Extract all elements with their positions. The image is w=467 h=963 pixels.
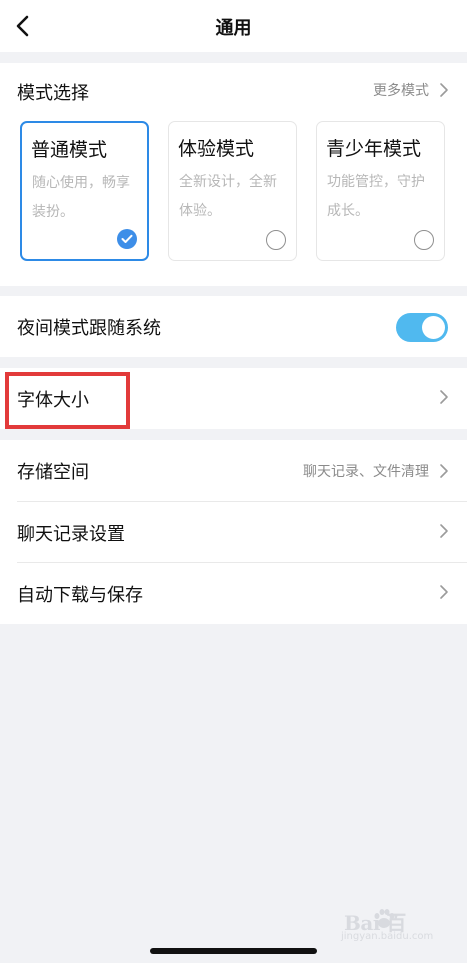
mode-option-description: 随心使用，畅享 装扮。 (32, 169, 142, 227)
radio-circle-icon[interactable] (414, 230, 434, 250)
mode-option-description-line: 成长。 (327, 203, 369, 219)
paw-icon (374, 909, 395, 928)
font-size-row-right (439, 389, 449, 405)
mode-option-title: 青少年模式 (326, 138, 422, 160)
chevron-right-icon (440, 524, 448, 538)
mode-option-description-line: 全新设计，全新 (179, 174, 277, 190)
mode-option-normal[interactable]: 普通模式 随心使用，畅享 装扮。 (20, 121, 149, 261)
mode-selection-card: 模式选择 更多模式 普通模式 随心使用，畅享 装扮。 体验模式 全新设计，全新 … (0, 63, 467, 286)
home-indicator[interactable] (150, 948, 317, 954)
mode-option-teen[interactable]: 青少年模式 功能管控，守护 成长。 (316, 121, 445, 261)
mode-option-description-line: 随心使用，畅享 (32, 175, 130, 191)
font-size-label: 字体大小 (17, 390, 89, 411)
more-modes-label: 更多模式 (373, 83, 429, 99)
mode-option-description-line: 装扮。 (32, 204, 74, 220)
night-mode-toggle[interactable] (396, 313, 448, 342)
chevron-right-icon (440, 585, 448, 599)
chat-history-settings-label: 聊天记录设置 (17, 524, 125, 545)
more-modes-link[interactable]: 更多模式 (373, 80, 449, 100)
chevron-right-icon (440, 464, 448, 478)
mode-section-title: 模式选择 (17, 83, 89, 104)
night-mode-row: 夜间模式跟随系统 (0, 296, 467, 357)
mode-option-description: 功能管控，守护 成长。 (327, 168, 437, 226)
font-size-row[interactable]: 字体大小 (0, 368, 467, 429)
mode-option-description-line: 体验。 (179, 203, 221, 219)
auto-download-label: 自动下载与保存 (17, 585, 143, 606)
radio-circle-icon[interactable] (266, 230, 286, 250)
chevron-right-icon (440, 83, 448, 97)
night-mode-label: 夜间模式跟随系统 (17, 318, 161, 339)
checkmark-icon[interactable] (117, 229, 137, 249)
storage-space-row[interactable]: 存储空间 聊天记录、文件清理 (0, 440, 467, 501)
storage-space-row-right: 聊天记录、文件清理 (303, 461, 449, 481)
page-title: 通用 (215, 18, 252, 39)
top-nav-bar: 通用 (0, 0, 467, 52)
mode-option-description-line: 功能管控，守护 (327, 174, 425, 190)
storage-settings-group: 存储空间 聊天记录、文件清理 聊天记录设置 自动下载与保存 (0, 440, 467, 624)
watermark-url: jingyan.baidu.com (341, 931, 434, 942)
storage-space-label: 存储空间 (17, 462, 89, 483)
mode-option-experience[interactable]: 体验模式 全新设计，全新 体验。 (168, 121, 297, 261)
auto-download-row-right (439, 584, 449, 600)
auto-download-row[interactable]: 自动下载与保存 (0, 563, 467, 624)
baidu-jingyan-watermark: Bai 百 jingyan.baidu.com (341, 907, 433, 945)
mode-option-title: 体验模式 (178, 138, 255, 160)
mode-option-title: 普通模式 (31, 139, 108, 161)
check-glyph-icon (121, 234, 133, 243)
chat-history-settings-row-right (439, 523, 449, 539)
chevron-right-icon (440, 390, 448, 404)
chat-history-settings-row[interactable]: 聊天记录设置 (0, 502, 467, 563)
storage-space-detail: 聊天记录、文件清理 (303, 464, 429, 480)
mode-option-description: 全新设计，全新 体验。 (179, 168, 289, 226)
toggle-knob (422, 316, 445, 339)
